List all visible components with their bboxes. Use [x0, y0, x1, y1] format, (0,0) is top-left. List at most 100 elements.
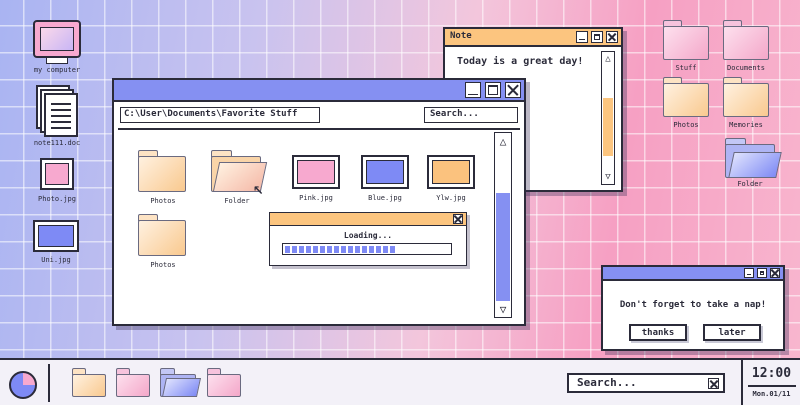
image-icon	[361, 155, 409, 189]
progress-segment	[375, 245, 381, 253]
progress-segment	[305, 245, 311, 253]
progress-segment	[298, 245, 304, 253]
explorer-search-input[interactable]: Search...	[424, 107, 518, 123]
minimize-icon[interactable]	[576, 31, 588, 43]
maximize-icon[interactable]	[591, 31, 603, 43]
taskbar-folder-open-icon[interactable]	[160, 368, 202, 397]
progress-segment	[326, 245, 332, 253]
folder-memories-shortcut[interactable]: Memories	[723, 77, 769, 131]
folder-photos-shortcut[interactable]: Photos	[663, 77, 709, 131]
image-icon	[292, 155, 340, 189]
folder-open-icon	[725, 138, 782, 178]
taskbar-folder-icon[interactable]	[207, 368, 241, 397]
note-title: Note	[450, 31, 472, 41]
note-scrollbar[interactable]: △ ▽	[601, 51, 615, 185]
icon-label: my computer	[33, 66, 81, 74]
loading-dialog[interactable]: Loading...	[269, 212, 467, 266]
note-doc-shortcut[interactable]: note111.doc	[32, 83, 82, 149]
scroll-up-icon[interactable]: △	[495, 133, 511, 149]
icon-label: Blue.jpg	[368, 194, 402, 202]
image-item[interactable]: Ylw.jpg	[425, 155, 477, 205]
folder-item[interactable]: Photos	[136, 150, 190, 208]
scroll-down-icon[interactable]: ▽	[495, 301, 511, 317]
progress-segment	[354, 245, 360, 253]
photo-jpg-shortcut[interactable]: Photo.jpg	[34, 158, 80, 204]
scroll-down-icon[interactable]: ▽	[602, 170, 614, 184]
progress-bar	[282, 243, 452, 255]
close-icon[interactable]	[770, 268, 780, 278]
taskbar-search-box[interactable]: Search...	[567, 373, 725, 393]
loading-text: Loading...	[343, 231, 393, 240]
taskbar-folder-icon[interactable]	[72, 368, 106, 397]
progress-segment	[347, 245, 353, 253]
maximize-icon[interactable]	[757, 268, 767, 278]
icon-label: Folder	[737, 180, 763, 188]
progress-segment	[284, 245, 290, 253]
folder-item-open[interactable]: ↖ Folder	[209, 150, 268, 208]
taskbar-folder-icon[interactable]	[116, 368, 150, 397]
folder-icon	[723, 20, 769, 60]
explorer-window[interactable]: C:\User\Documents\Favorite Stuff Search.…	[112, 78, 526, 326]
close-icon[interactable]	[453, 214, 463, 224]
folder-icon	[138, 214, 186, 256]
folder-icon	[663, 20, 709, 60]
folder-icon	[138, 150, 186, 192]
computer-icon	[33, 20, 81, 58]
folder-icon	[723, 77, 769, 117]
nap-dialog[interactable]: Don't forget to take a nap! thanks later	[601, 265, 785, 351]
taskbar-search-text: Search...	[577, 376, 637, 389]
progress-segment	[312, 245, 318, 253]
taskbar: Search... 12:00 Mon.01/11	[0, 358, 800, 405]
icon-label: Stuff	[675, 64, 697, 72]
icon-label: Uni.jpg	[41, 256, 71, 264]
close-icon[interactable]	[708, 378, 719, 389]
close-icon[interactable]	[505, 82, 521, 98]
clock-date: Mon.01/11	[752, 390, 791, 398]
loading-titlebar	[270, 213, 466, 226]
dialog-message: Don't forget to take a nap!	[619, 300, 767, 310]
divider	[748, 385, 796, 387]
start-button-pie-icon[interactable]	[9, 371, 37, 399]
image-icon	[40, 158, 74, 190]
explorer-titlebar[interactable]	[114, 80, 524, 102]
scroll-up-icon[interactable]: △	[602, 52, 614, 66]
icon-label: Photos	[673, 121, 699, 129]
dialog-titlebar[interactable]	[603, 267, 783, 281]
image-item[interactable]: Pink.jpg	[290, 155, 342, 205]
clock-time: 12:00	[751, 366, 792, 381]
icon-label: Memories	[729, 121, 763, 129]
folder-open-shortcut[interactable]: Folder	[723, 138, 782, 192]
folder-icon	[663, 77, 709, 117]
icon-label: Photos	[150, 261, 176, 269]
thanks-button[interactable]: thanks	[629, 324, 687, 341]
uni-jpg-shortcut[interactable]: Uni.jpg	[30, 220, 82, 266]
progress-fill	[284, 245, 450, 253]
progress-segment	[382, 245, 388, 253]
icon-label: note111.doc	[33, 139, 81, 147]
later-button[interactable]: later	[703, 324, 761, 341]
folder-item[interactable]: Photos	[136, 214, 190, 272]
maximize-icon[interactable]	[485, 82, 501, 98]
close-icon[interactable]	[606, 31, 618, 43]
scroll-thumb[interactable]	[603, 98, 613, 156]
progress-segment	[319, 245, 325, 253]
note-titlebar[interactable]: Note	[445, 29, 621, 47]
progress-segment	[361, 245, 367, 253]
icon-label: Folder	[224, 197, 250, 205]
icon-label: Documents	[727, 64, 765, 72]
image-icon	[427, 155, 475, 189]
progress-segment	[368, 245, 374, 253]
minimize-icon[interactable]	[744, 268, 754, 278]
address-bar[interactable]: C:\User\Documents\Favorite Stuff	[120, 107, 320, 123]
minimize-icon[interactable]	[465, 82, 481, 98]
cursor-icon: ↖	[253, 178, 264, 199]
my-computer-shortcut[interactable]: my computer	[30, 20, 84, 78]
scroll-thumb[interactable]	[496, 193, 510, 301]
folder-stuff-shortcut[interactable]: Stuff	[663, 20, 709, 74]
explorer-scrollbar[interactable]: △ ▽	[494, 132, 512, 318]
image-item[interactable]: Blue.jpg	[359, 155, 411, 205]
divider	[48, 364, 50, 402]
progress-segment	[333, 245, 339, 253]
folder-documents-shortcut[interactable]: Documents	[723, 20, 769, 74]
icon-label: Ylw.jpg	[436, 194, 466, 202]
